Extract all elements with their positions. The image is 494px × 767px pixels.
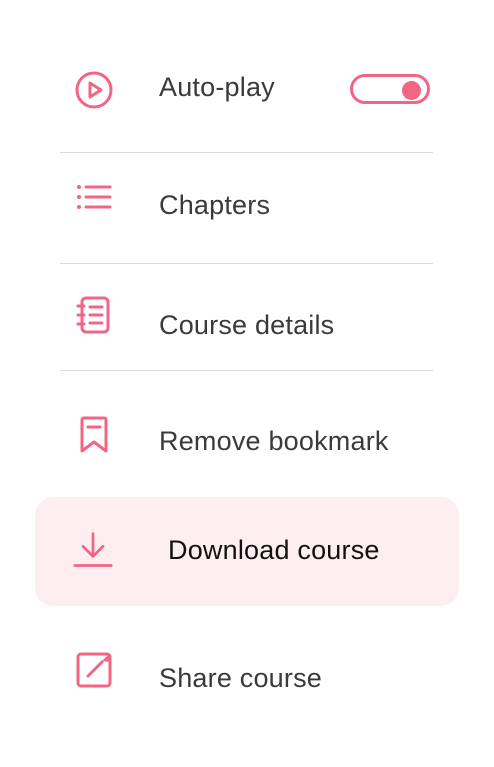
download-course-label: Download course bbox=[168, 535, 380, 565]
menu-item-course-details[interactable]: Course details bbox=[60, 292, 433, 356]
bookmark-icon bbox=[74, 415, 114, 455]
menu-item-share-course[interactable]: Share course bbox=[60, 646, 433, 710]
list-icon bbox=[74, 180, 114, 220]
play-circle-icon bbox=[74, 70, 114, 110]
autoplay-label: Auto-play bbox=[159, 72, 275, 102]
toggle-knob bbox=[402, 81, 421, 100]
divider bbox=[60, 152, 433, 153]
download-icon bbox=[73, 530, 113, 570]
menu-item-remove-bookmark[interactable]: Remove bookmark bbox=[60, 412, 433, 476]
menu-item-download-course[interactable]: Download course bbox=[35, 497, 459, 606]
divider bbox=[60, 263, 433, 264]
autoplay-row[interactable]: Auto-play bbox=[60, 60, 433, 120]
share-icon bbox=[74, 649, 114, 689]
course-details-label: Course details bbox=[159, 310, 335, 340]
course-options-menu: Auto-play Chapters Course details Remove… bbox=[0, 0, 494, 767]
menu-item-chapters[interactable]: Chapters bbox=[60, 176, 433, 236]
chapters-label: Chapters bbox=[159, 190, 271, 220]
autoplay-toggle[interactable] bbox=[350, 74, 430, 104]
divider bbox=[60, 370, 433, 371]
share-course-label: Share course bbox=[159, 663, 322, 693]
notebook-icon bbox=[74, 295, 114, 335]
remove-bookmark-label: Remove bookmark bbox=[159, 426, 389, 456]
